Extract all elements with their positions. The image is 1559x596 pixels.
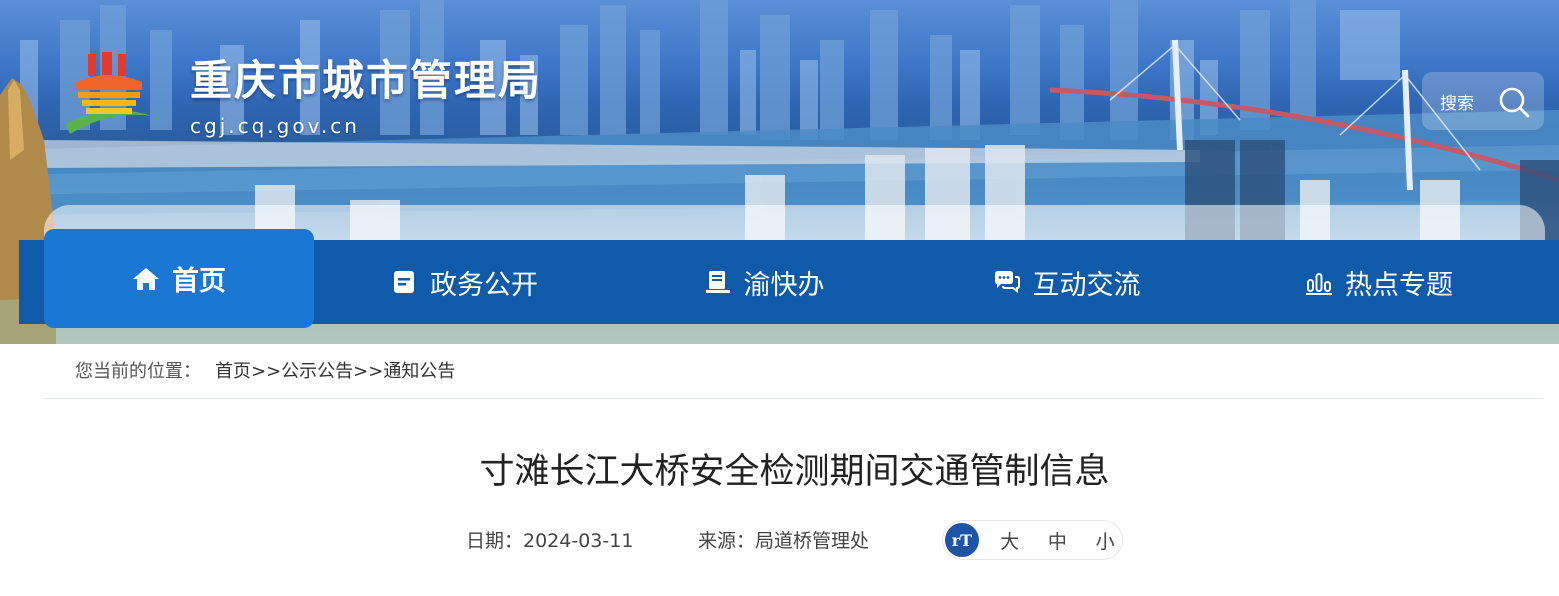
home-icon	[133, 267, 159, 290]
breadcrumb-separator: >>	[353, 361, 384, 382]
breadcrumb-link-notices[interactable]: 通知公告	[383, 358, 455, 386]
nav-item-gov-affairs[interactable]: 政务公开	[314, 240, 614, 324]
font-size-small-button[interactable]: 小	[1088, 527, 1122, 554]
nav-item-label: 热点专题	[1345, 269, 1453, 301]
desk-icon	[705, 271, 730, 293]
breadcrumb-link-announcements[interactable]: 公示公告	[281, 358, 353, 386]
font-size-medium-button[interactable]: 中	[1041, 527, 1075, 554]
site-title[interactable]: 重庆市城市管理局	[190, 60, 542, 102]
article-title: 寸滩长江大桥安全检测期间交通管制信息	[479, 452, 1110, 492]
site-logo-icon[interactable]	[62, 50, 154, 134]
breadcrumb-prefix: 您当前的位置：	[75, 361, 201, 382]
search-button[interactable]: 搜索	[1422, 72, 1544, 130]
site-domain: cgj.cq.gov.cn	[190, 114, 360, 138]
search-label: 搜索	[1440, 93, 1474, 114]
bar-chart-icon	[1306, 273, 1332, 295]
search-icon	[1499, 87, 1530, 118]
font-size-control: rT 大 中 小	[942, 520, 1123, 560]
text-size-icon: rT	[945, 523, 979, 557]
breadcrumb-link-home[interactable]: 首页	[215, 358, 251, 386]
nav-item-hot-topics[interactable]: 热点专题	[1219, 240, 1539, 324]
nav-item-interaction[interactable]: 互动交流	[914, 240, 1219, 324]
nav-item-label: 互动交流	[1032, 269, 1141, 301]
nav-item-yukuaiban[interactable]: 渝快办	[614, 240, 914, 324]
nav-item-label: 渝快办	[743, 269, 825, 301]
nav-item-label: 首页	[172, 266, 226, 297]
article-date: 日期：2024-03-11	[466, 530, 634, 552]
breadcrumb-divider	[44, 398, 1544, 399]
article-source: 来源：局道桥管理处	[698, 530, 870, 552]
chat-icon	[994, 271, 1020, 293]
font-size-large-button[interactable]: 大	[993, 527, 1027, 554]
nav-item-label: 政务公开	[430, 269, 538, 301]
document-icon	[394, 271, 414, 293]
breadcrumb-separator: >>	[251, 361, 282, 382]
breadcrumb: 您当前的位置： 首页 >> 公示公告 >> 通知公告	[75, 358, 455, 386]
nav-item-home[interactable]: 首页	[44, 229, 314, 328]
